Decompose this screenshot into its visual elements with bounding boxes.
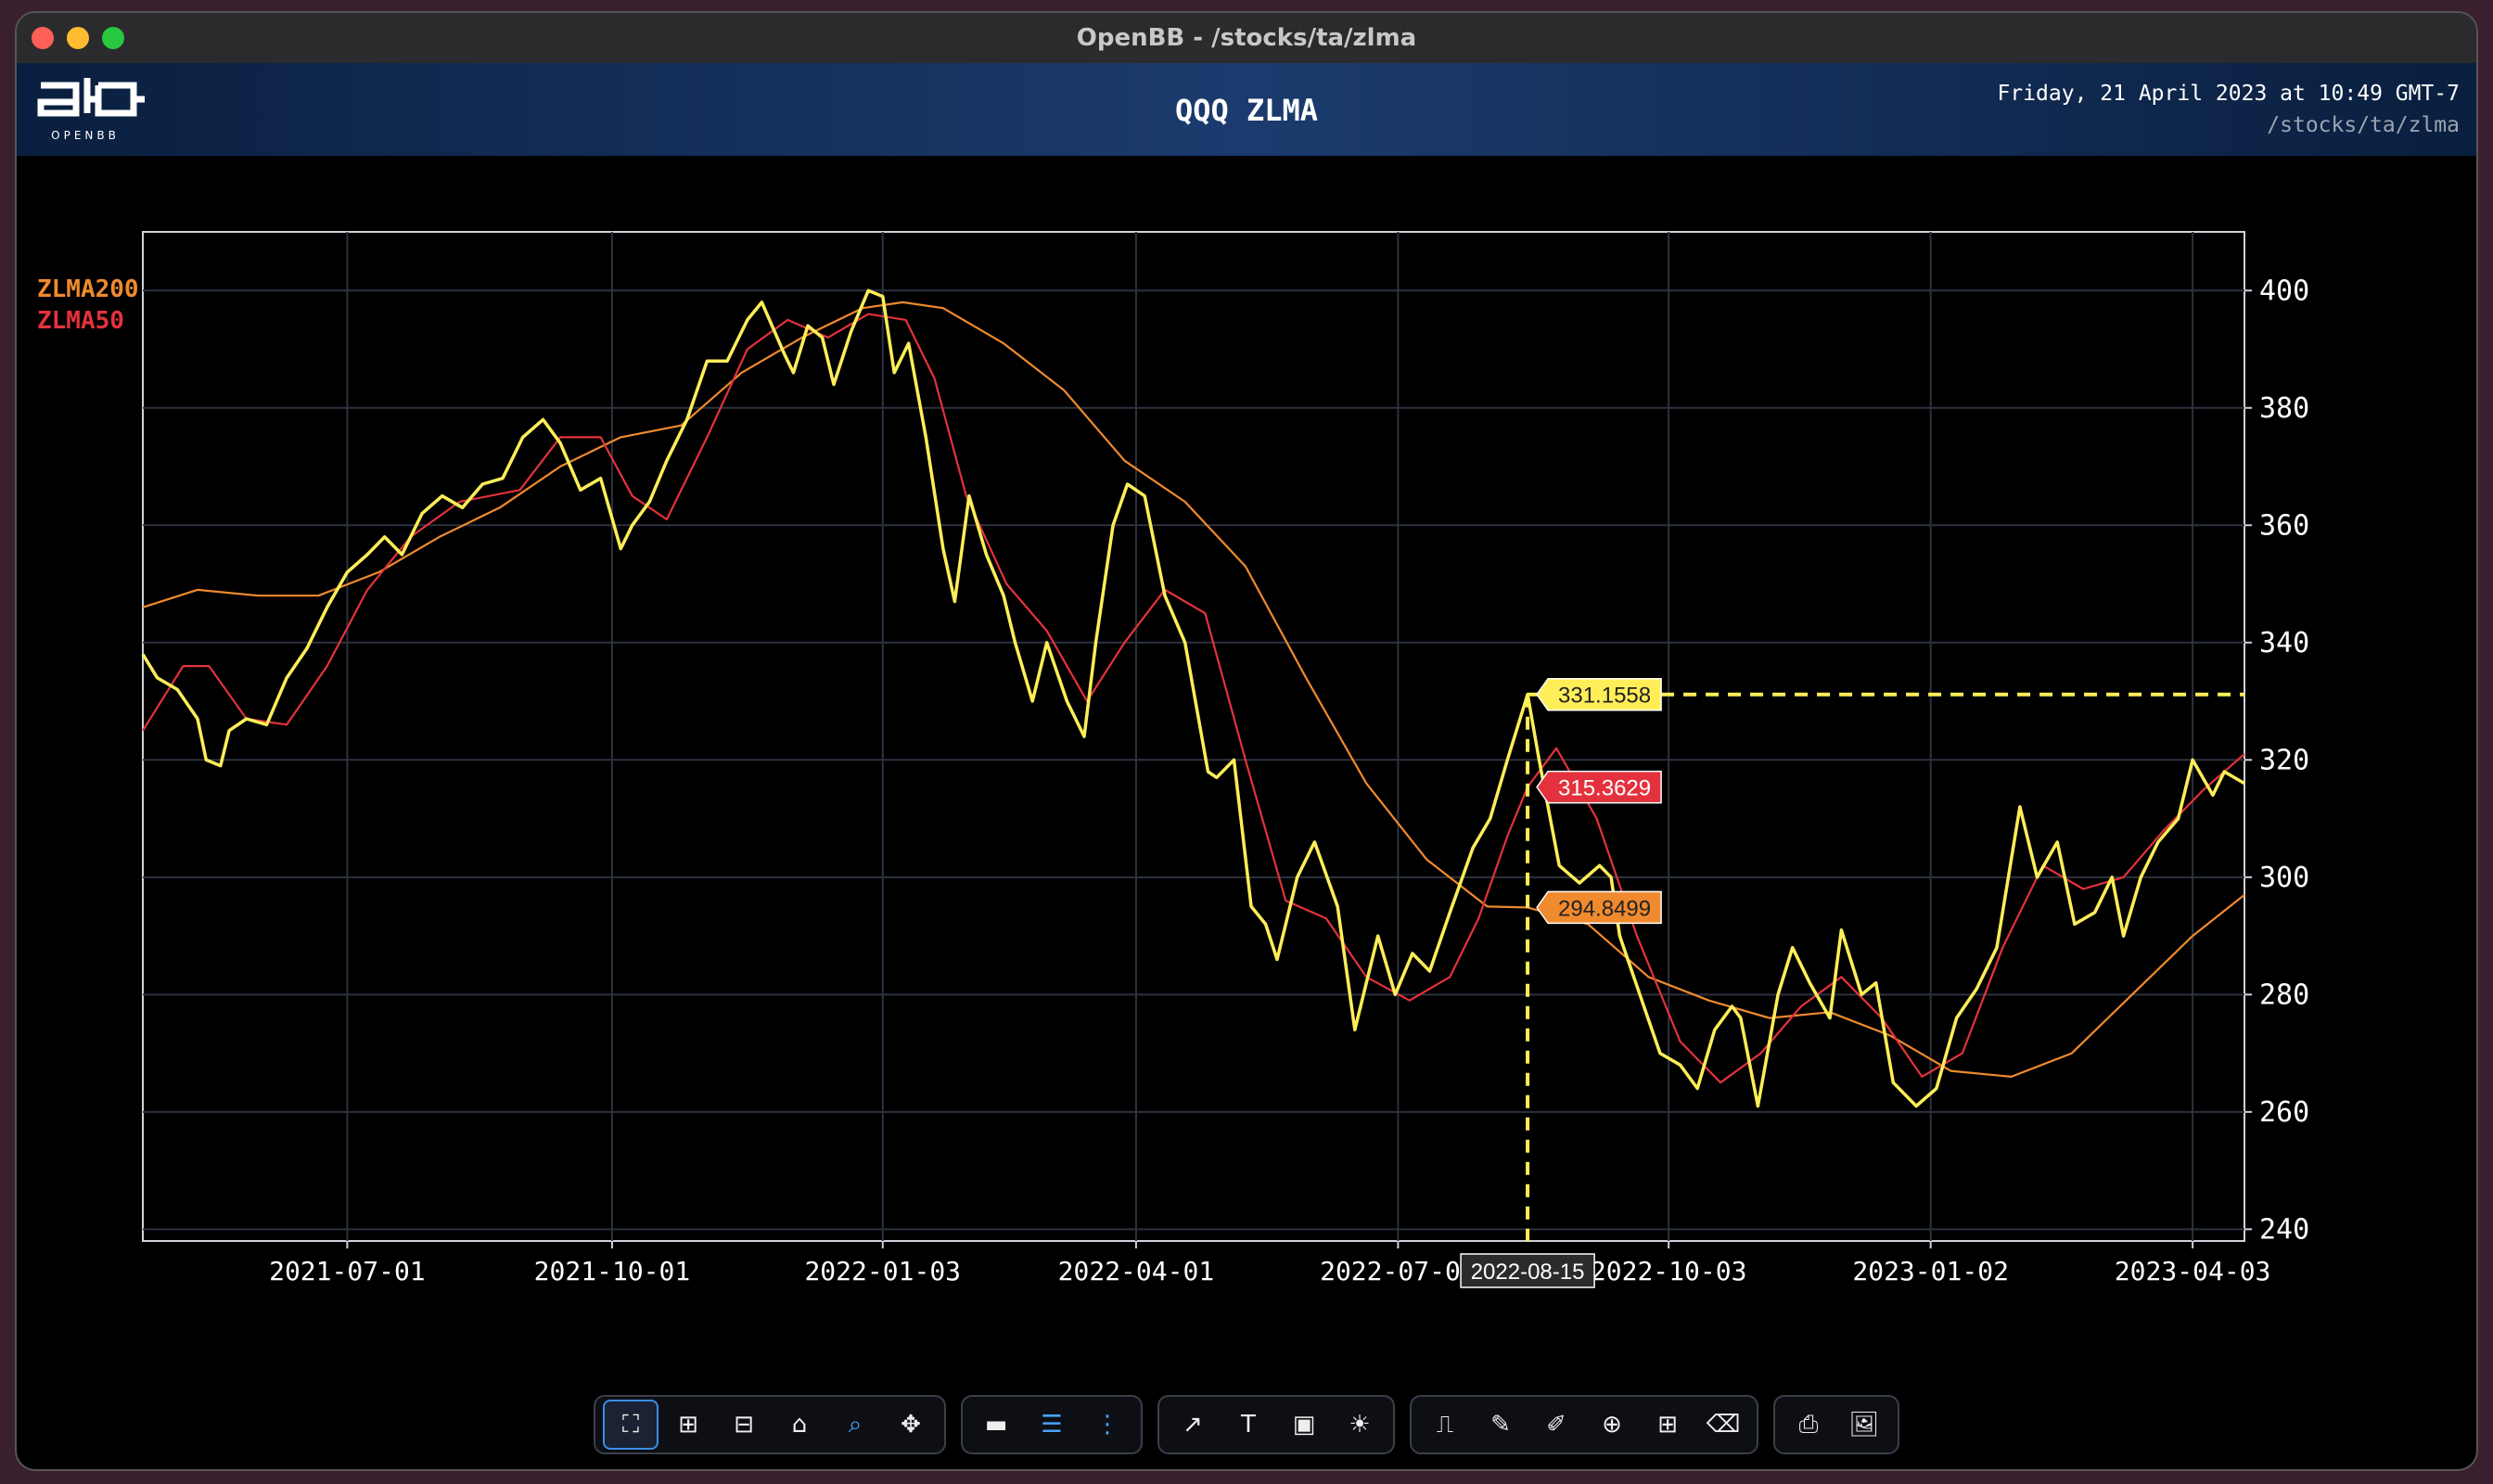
add-indicator-button[interactable]: ↗ [1167,1401,1219,1448]
add-text-button[interactable]: T [1222,1401,1274,1448]
x-tick-label: 2021-10-01 [534,1256,691,1286]
y-tick-label: 340 [2259,627,2309,659]
draw-line-icon: ⎍ [1436,1410,1454,1439]
spike-lines-button[interactable]: ⋮ [1081,1401,1133,1448]
toolbar-group-3: ↗ T ▣ ☀ [1157,1395,1395,1454]
hide-legend-button[interactable]: ▬ [970,1401,1022,1448]
draw-rect-icon: ⊞ [1657,1411,1678,1439]
hover-label-text: 331.1558 [1558,684,1651,709]
add-text-icon: T [1241,1411,1256,1439]
export-image-icon: 🖼 [1848,1411,1880,1439]
x-tick-label: 2023-04-03 [2115,1256,2271,1286]
plot-toolbar: ⛶ ⊞ ⊟ ⌂ ⌕ ✥ ▬ ☰ ⋮ ↗ T ▣ ☀ ⎍ ✎ ✐ ⊕ ⊞ ⌫ ⎙ 🖼 [17,1395,2476,1454]
home-button[interactable]: ⌂ [773,1401,825,1448]
y-tick-label: 240 [2259,1213,2309,1246]
pan-icon: ✥ [901,1411,921,1439]
hover-label-text: 315.3629 [1558,776,1651,801]
draw-circle-button[interactable]: ⊕ [1586,1401,1638,1448]
zoom-in-button[interactable]: ⊞ [662,1401,714,1448]
home-icon: ⌂ [791,1411,808,1439]
toggle-lines-icon: ☰ [1041,1411,1063,1439]
add-title-icon: ▣ [1292,1411,1316,1439]
y-tick-label: 300 [2259,862,2309,894]
hover-label-text: 294.8499 [1558,896,1651,921]
legend-entry-zlma200: ZLMA200 [37,275,139,303]
y-tick-label: 280 [2259,979,2309,1011]
hover-label-zlma50: 315.3629 [1536,770,1662,804]
toolbar-group-4: ⎍ ✎ ✐ ⊕ ⊞ ⌫ [1410,1395,1758,1454]
draw-pen-icon: ✎ [1490,1411,1511,1439]
hover-label-qqq: 331.1558 [1536,677,1662,711]
draw-line-button[interactable]: ⎍ [1419,1401,1471,1448]
dark-mode-button[interactable]: ☀ [1334,1401,1386,1448]
pan-button[interactable]: ✥ [885,1401,937,1448]
y-tick-label: 260 [2259,1096,2309,1129]
zoom-in-icon: ⊞ [678,1411,698,1439]
zoom-button[interactable]: ⌕ [829,1401,881,1448]
erase-shape-button[interactable]: ⌫ [1697,1401,1749,1448]
export-image-button[interactable]: 🖼 [1838,1401,1890,1448]
autoscale-icon: ⛶ [621,1410,640,1439]
hover-x-label: 2022-08-15 [1460,1253,1595,1288]
draw-freeform-button[interactable]: ✐ [1530,1401,1582,1448]
toolbar-group-1: ⛶ ⊞ ⊟ ⌂ ⌕ ✥ [594,1395,946,1454]
add-title-button[interactable]: ▣ [1278,1401,1330,1448]
hide-legend-icon: ▬ [984,1411,1008,1439]
hover-x-label-text: 2022-08-15 [1471,1260,1585,1285]
toggle-lines-button[interactable]: ☰ [1026,1401,1078,1448]
erase-shape-icon: ⌫ [1706,1411,1741,1439]
draw-freeform-icon: ✐ [1546,1411,1566,1439]
export-csv-button[interactable]: ⎙ [1783,1401,1835,1448]
toolbar-group-5: ⎙ 🖼 [1773,1395,1899,1454]
x-tick-label: 2022-04-01 [1058,1256,1215,1286]
legend-entry-zlma50: ZLMA50 [37,307,124,335]
export-csv-icon: ⎙ [1798,1410,1819,1439]
dark-mode-icon: ☀ [1349,1411,1371,1439]
x-tick-label: 2022-07-01 [1320,1256,1477,1286]
y-tick-label: 360 [2259,509,2309,542]
y-tick-label: 320 [2259,744,2309,776]
y-tick-label: 400 [2259,275,2309,307]
plot-frame [142,231,2245,1242]
hover-label-zlma200: 294.8499 [1536,890,1662,925]
x-tick-label: 2022-01-03 [804,1256,961,1286]
draw-pen-button[interactable]: ✎ [1475,1401,1527,1448]
zoom-out-button[interactable]: ⊟ [718,1401,770,1448]
toolbar-group-2: ▬ ☰ ⋮ [961,1395,1143,1454]
x-tick-label: 2021-07-01 [269,1256,426,1286]
x-tick-label: 2023-01-02 [1852,1256,2009,1286]
chart-area[interactable]: 240 260 280 300 320 340 360 380 400 2021-07-01 202… [17,13,2476,1469]
add-indicator-icon: ↗ [1183,1411,1203,1439]
autoscale-button[interactable]: ⛶ [603,1400,658,1450]
app-window: OpenBB - /stocks/ta/zlma OPENBB QQQ ZLMA… [17,13,2476,1469]
draw-circle-icon: ⊕ [1602,1411,1622,1439]
zoom-out-icon: ⊟ [734,1411,754,1439]
draw-rect-button[interactable]: ⊞ [1642,1401,1694,1448]
spike-lines-icon: ⋮ [1095,1411,1119,1439]
y-tick-label: 380 [2259,392,2309,425]
zoom-icon: ⌕ [848,1410,863,1439]
x-tick-label: 2022-10-03 [1591,1256,1747,1286]
